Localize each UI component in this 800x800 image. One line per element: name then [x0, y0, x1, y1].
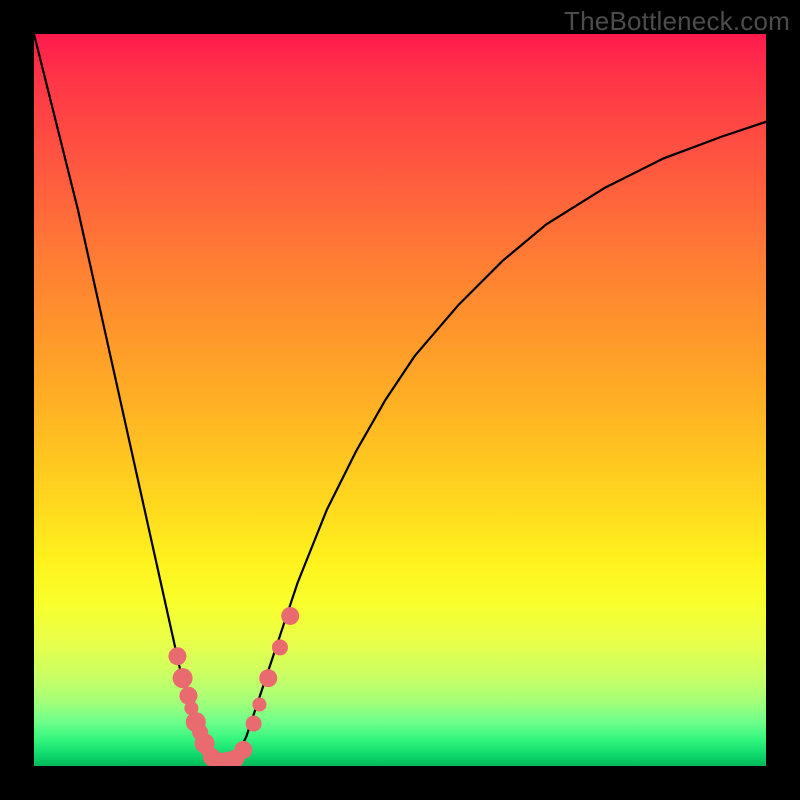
sample-dot: [246, 716, 262, 732]
sample-dot: [272, 639, 288, 655]
sample-dot: [259, 669, 277, 687]
sample-dot: [173, 668, 193, 688]
bottleneck-curve: [34, 34, 766, 762]
sample-dot: [168, 647, 186, 665]
sample-dot: [252, 698, 266, 712]
sample-dot: [234, 741, 252, 759]
watermark-text: TheBottleneck.com: [564, 6, 790, 37]
chart-frame: TheBottleneck.com: [0, 0, 800, 800]
curve-layer: [34, 34, 766, 766]
sample-dots-group: [168, 607, 299, 766]
plot-area: [34, 34, 766, 766]
sample-dot: [281, 607, 299, 625]
